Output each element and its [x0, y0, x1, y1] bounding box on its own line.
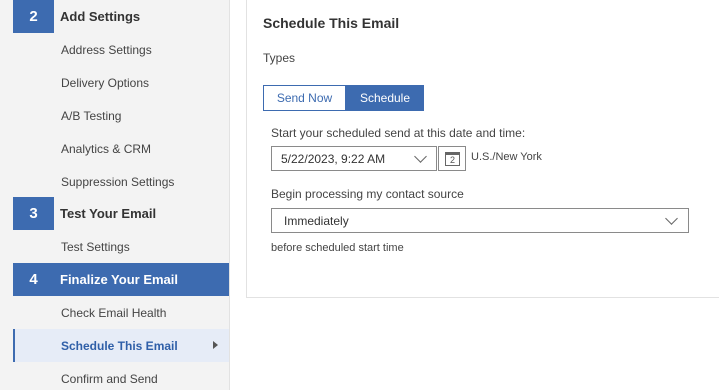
- calendar-button[interactable]: 2: [438, 146, 466, 171]
- step-4-number: 4: [13, 263, 54, 296]
- step-3-title: Test Your Email: [60, 206, 157, 221]
- processing-label: Begin processing my contact source: [271, 187, 464, 201]
- caret-right-icon: [213, 341, 218, 349]
- step-3-number: 3: [13, 197, 54, 230]
- processing-select[interactable]: Immediately: [271, 208, 689, 233]
- sidebar-item-schedule-this-email[interactable]: Schedule This Email: [13, 329, 229, 362]
- chevron-down-icon: [665, 212, 678, 225]
- calendar-icon: 2: [445, 152, 460, 166]
- step-4-title: Finalize Your Email: [60, 272, 178, 287]
- sidebar-item-test-settings[interactable]: Test Settings: [13, 230, 229, 263]
- sidebar-item-delivery-options[interactable]: Delivery Options: [13, 66, 229, 99]
- step-4-header: 4 Finalize Your Email: [13, 263, 229, 296]
- step-3-header: 3 Test Your Email: [13, 197, 229, 230]
- types-label: Types: [263, 51, 296, 65]
- types-toggle: Send Now Schedule: [263, 85, 424, 111]
- sidebar: 2 Add Settings Address Settings Delivery…: [0, 0, 230, 390]
- page-title: Schedule This Email: [263, 15, 400, 31]
- start-datetime-label: Start your scheduled send at this date a…: [271, 126, 526, 140]
- schedule-panel: Schedule This Email Types Send Now Sched…: [246, 0, 719, 298]
- sidebar-item-confirm-and-send[interactable]: Confirm and Send: [13, 362, 229, 390]
- before-start-label: before scheduled start time: [271, 242, 404, 254]
- step-2-title: Add Settings: [60, 9, 141, 24]
- sidebar-item-ab-testing[interactable]: A/B Testing: [13, 99, 229, 132]
- calendar-day: 2: [449, 154, 455, 165]
- datetime-select[interactable]: 5/22/2023, 9:22 AM: [271, 146, 437, 171]
- sidebar-item-check-email-health[interactable]: Check Email Health: [13, 296, 229, 329]
- chevron-down-icon: [414, 150, 427, 163]
- processing-value: Immediately: [284, 213, 349, 228]
- sidebar-item-address-settings[interactable]: Address Settings: [13, 33, 229, 66]
- step-2-header: 2 Add Settings: [13, 0, 229, 33]
- sidebar-item-suppression-settings[interactable]: Suppression Settings: [13, 165, 229, 198]
- datetime-value: 5/22/2023, 9:22 AM: [281, 151, 386, 166]
- schedule-button[interactable]: Schedule: [346, 85, 424, 111]
- sidebar-item-analytics-crm[interactable]: Analytics & CRM: [13, 132, 229, 165]
- timezone-label: U.S./New York: [471, 151, 542, 163]
- send-now-button[interactable]: Send Now: [263, 85, 346, 111]
- sidebar-item-label: Schedule This Email: [61, 338, 178, 353]
- step-2-number: 2: [13, 0, 54, 33]
